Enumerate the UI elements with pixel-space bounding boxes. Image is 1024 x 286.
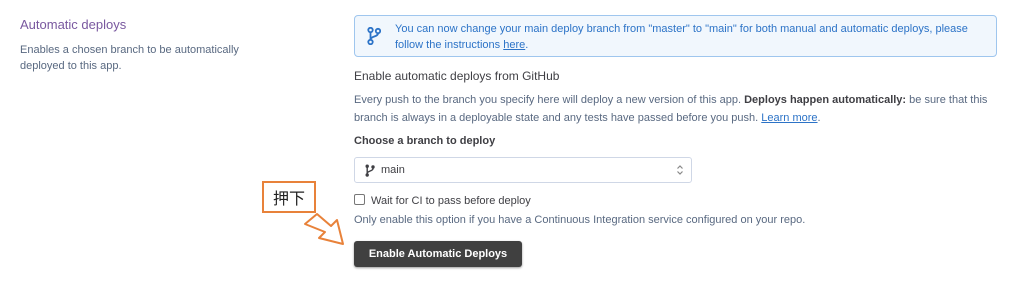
- chevron-up-down-icon: [677, 165, 683, 175]
- automatic-deploys-section-info: Automatic deploys Enables a chosen branc…: [20, 16, 280, 74]
- branch-select-value: main: [381, 164, 405, 176]
- description-period: .: [817, 112, 821, 124]
- git-branch-icon: [365, 164, 375, 177]
- learn-more-link[interactable]: Learn more: [761, 112, 817, 124]
- notice-here-link[interactable]: here: [503, 39, 525, 51]
- choose-branch-label: Choose a branch to deploy: [354, 135, 496, 147]
- pointing-arrow-icon: [304, 213, 344, 245]
- description-bold: Deploys happen automatically:: [744, 94, 907, 106]
- enable-deploys-heading: Enable automatic deploys from GitHub: [354, 69, 560, 83]
- git-branch-icon: [367, 27, 381, 45]
- section-description: Enables a chosen branch to be automatica…: [20, 44, 239, 72]
- description-text: Every push to the branch you specify her…: [354, 94, 745, 106]
- notice-suffix: .: [525, 39, 529, 51]
- press-annotation-label: 押下: [262, 181, 316, 213]
- branch-rename-notice: You can now change your main deploy bran…: [354, 15, 997, 57]
- deploy-description: Every push to the branch you specify her…: [354, 91, 994, 127]
- enable-automatic-deploys-button[interactable]: Enable Automatic Deploys: [354, 241, 522, 267]
- ci-help-text: Only enable this option if you have a Co…: [354, 214, 806, 226]
- ci-checkbox-label[interactable]: Wait for CI to pass before deploy: [371, 194, 531, 208]
- notice-text: You can now change your main deploy bran…: [395, 23, 968, 51]
- section-title: Automatic deploys: [20, 17, 127, 32]
- branch-select[interactable]: main: [354, 157, 692, 183]
- ci-checkbox[interactable]: [354, 194, 365, 205]
